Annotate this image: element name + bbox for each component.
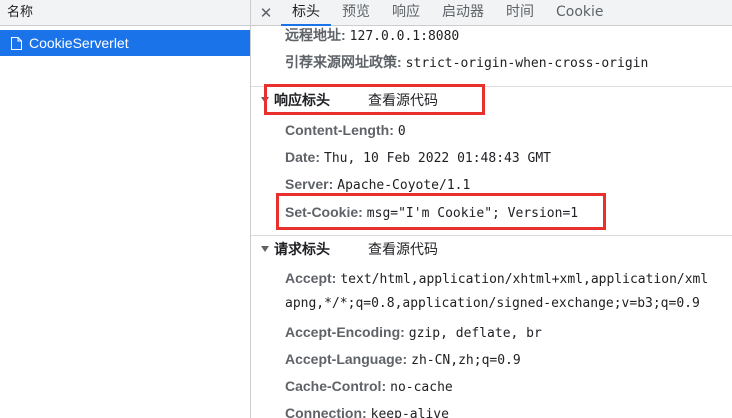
collapse-triangle-icon[interactable]: [261, 245, 269, 252]
request-list-panel: 名称 CookieServerlet: [0, 0, 251, 418]
document-icon: [11, 36, 22, 50]
header-row-accept-continuation: apng,*/*;q=0.8,application/signed-exchan…: [285, 295, 700, 313]
header-value: Apache-Coyote/1.1: [337, 178, 471, 193]
header-name: Accept-Encoding:: [285, 324, 405, 340]
tab-preview[interactable]: 预览: [331, 0, 381, 25]
header-name: 引荐来源网址政策:: [285, 54, 402, 70]
header-value: apng,*/*;q=0.8,application/signed-exchan…: [285, 296, 700, 311]
request-row-cookieserverlet[interactable]: CookieServerlet: [0, 30, 250, 56]
header-name: Server:: [285, 176, 334, 192]
header-name: 远程地址:: [285, 27, 346, 43]
close-icon[interactable]: ✕: [251, 0, 281, 25]
tab-timing[interactable]: 时间: [495, 0, 545, 25]
tab-initiator[interactable]: 启动器: [431, 0, 495, 25]
header-row-set-cookie: Set-Cookie: msg="I'm Cookie"; Version=1: [285, 203, 578, 223]
header-value: 127.0.0.1:8080: [349, 29, 460, 44]
header-value: gzip, deflate, br: [408, 326, 542, 341]
header-row-accept-encoding: Accept-Encoding: gzip, deflate, br: [285, 323, 542, 343]
header-row-accept: Accept: text/html,application/xhtml+xml,a…: [285, 269, 708, 289]
header-row-date: Date: Thu, 10 Feb 2022 01:48:43 GMT: [285, 148, 551, 168]
header-row-cache-control: Cache-Control: no-cache: [285, 377, 453, 397]
response-headers-section[interactable]: 响应标头 查看源代码: [251, 86, 732, 112]
details-tabbar: ✕ 标头 预览 响应 启动器 时间 Cookie: [251, 0, 732, 26]
header-name: Date:: [285, 149, 321, 165]
details-panel: ✕ 标头 预览 响应 启动器 时间 Cookie 远程地址: 127.0.0.1:…: [251, 0, 732, 418]
header-row-referrer-policy: 引荐来源网址政策: strict-origin-when-cross-origin: [285, 53, 648, 73]
header-row-connection: Connection: keep-alive: [285, 404, 449, 418]
view-source-link[interactable]: 查看源代码: [368, 90, 438, 110]
name-column-header[interactable]: 名称: [0, 0, 250, 26]
header-value: msg="I'm Cookie"; Version=1: [366, 206, 579, 221]
tab-headers[interactable]: 标头: [281, 0, 331, 26]
header-value: keep-alive: [370, 407, 449, 418]
header-row-server: Server: Apache-Coyote/1.1: [285, 175, 470, 195]
header-value: Thu, 10 Feb 2022 01:48:43 GMT: [324, 151, 551, 166]
header-value: strict-origin-when-cross-origin: [405, 56, 649, 71]
header-value: 0: [397, 124, 406, 139]
header-name: Accept-Language:: [285, 351, 408, 367]
tab-cookies[interactable]: Cookie: [545, 0, 615, 25]
header-name: Accept:: [285, 270, 337, 286]
header-value: text/html,application/xhtml+xml,applicat…: [340, 272, 709, 287]
header-row-content-length: Content-Length: 0: [285, 121, 406, 141]
view-source-link[interactable]: 查看源代码: [368, 239, 438, 259]
header-row-remote-address: 远程地址: 127.0.0.1:8080: [285, 26, 459, 46]
request-name: CookieServerlet: [29, 35, 129, 51]
header-row-accept-language: Accept-Language: zh-CN,zh;q=0.9: [285, 350, 521, 370]
collapse-triangle-icon[interactable]: [261, 96, 269, 103]
header-value: zh-CN,zh;q=0.9: [411, 353, 521, 368]
section-title: 响应标头: [274, 91, 330, 108]
section-title: 请求标头: [274, 240, 330, 257]
header-value: no-cache: [390, 380, 453, 395]
header-name: Connection:: [285, 405, 367, 418]
header-name: Cache-Control:: [285, 378, 387, 394]
tab-response[interactable]: 响应: [381, 0, 431, 25]
header-name: Content-Length:: [285, 122, 394, 138]
header-name: Set-Cookie:: [285, 204, 363, 220]
request-headers-section[interactable]: 请求标头 查看源代码: [251, 235, 732, 261]
